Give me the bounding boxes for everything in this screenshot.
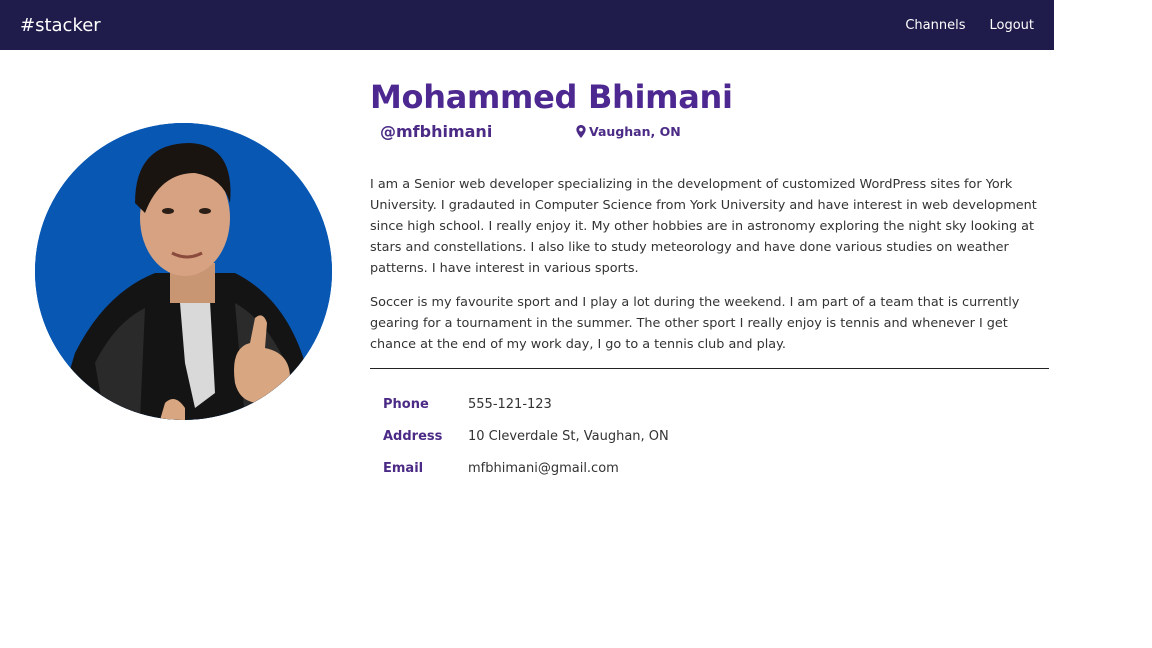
top-navbar: #stacker Channels Logout [0,0,1054,50]
brand-logo[interactable]: #stacker [20,15,101,36]
location-text: Vaughan, ON [589,124,681,139]
profile-name: Mohammed Bhimani [370,78,733,116]
profile-avatar [35,123,332,420]
contact-value: mfbhimani@gmail.com [468,461,619,476]
contact-row-address: Address 10 Cleverdale St, Vaughan, ON [370,429,1049,461]
contact-label: Email [383,461,424,476]
nav-links: Channels Logout [905,18,1034,33]
profile-handle: @mfbhimani [380,122,493,141]
avatar-photo [35,123,332,420]
section-divider [370,368,1049,369]
contact-label: Phone [383,397,429,412]
contact-row-phone: Phone 555-121-123 [370,397,1049,429]
contact-value: 555-121-123 [468,397,552,412]
contact-row-email: Email mfbhimani@gmail.com [370,461,1049,493]
profile-location: Vaughan, ON [576,124,681,139]
profile-bio: I am a Senior web developer specializing… [370,174,1049,355]
contact-value: 10 Cleverdale St, Vaughan, ON [468,429,669,444]
profile-content: Mohammed Bhimani @mfbhimani Vaughan, ON … [370,78,1049,493]
contact-label: Address [383,429,443,444]
bio-paragraph: I am a Senior web developer specializing… [370,177,1037,276]
contact-info: Phone 555-121-123 Address 10 Cleverdale … [370,397,1049,493]
nav-link-logout[interactable]: Logout [989,18,1034,33]
map-marker-icon [576,125,586,138]
bio-paragraph: Soccer is my favourite sport and I play … [370,295,1020,352]
profile-meta: @mfbhimani Vaughan, ON [370,122,1049,146]
nav-link-channels[interactable]: Channels [905,18,965,33]
